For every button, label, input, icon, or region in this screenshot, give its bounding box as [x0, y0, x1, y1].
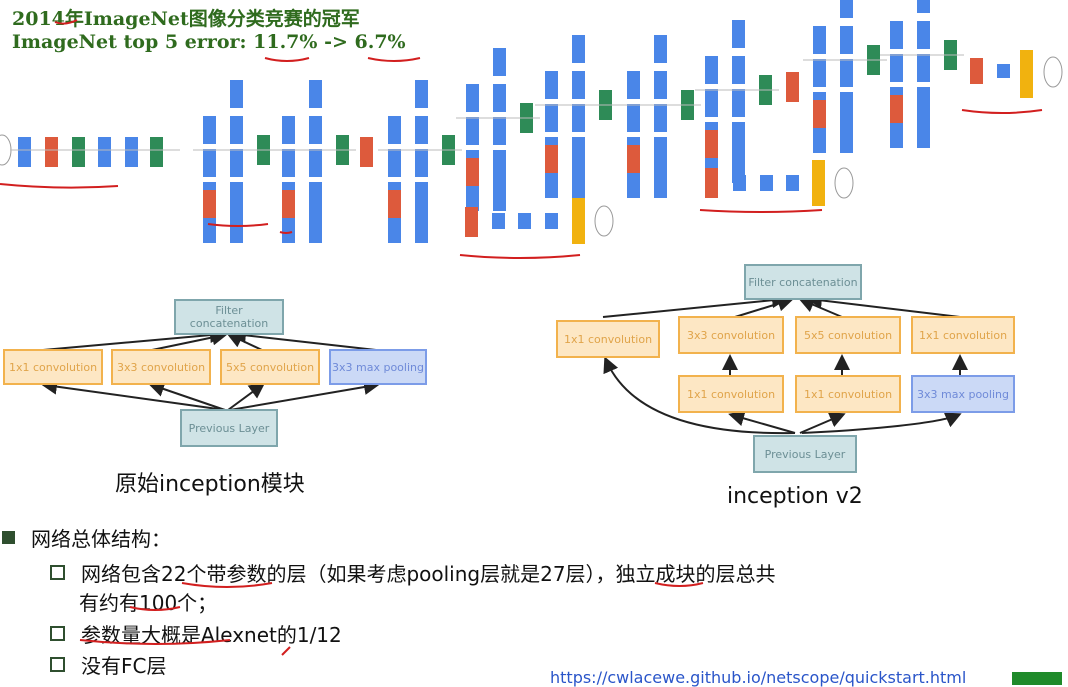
pen-mark — [281, 646, 291, 656]
annotation-underline — [961, 109, 1043, 114]
annotation-underline — [367, 57, 421, 62]
annotation-underlines — [0, 19, 1043, 656]
annotation-underline — [79, 639, 231, 645]
annotation-underline — [207, 223, 269, 227]
annotation-underline — [181, 582, 273, 588]
annotation-underline — [459, 254, 581, 259]
annotation-underline — [0, 183, 119, 189]
annotation-underline — [264, 57, 310, 62]
annotation-underline — [699, 209, 823, 213]
annotation-underline — [654, 582, 704, 587]
annotation-underline — [54, 19, 78, 25]
netscope-link[interactable]: https://cwlacewe.github.io/netscope/quic… — [550, 668, 966, 687]
slide-corner-bar — [1012, 672, 1062, 685]
annotation-underline — [129, 606, 181, 611]
annotation-underline — [279, 231, 293, 234]
